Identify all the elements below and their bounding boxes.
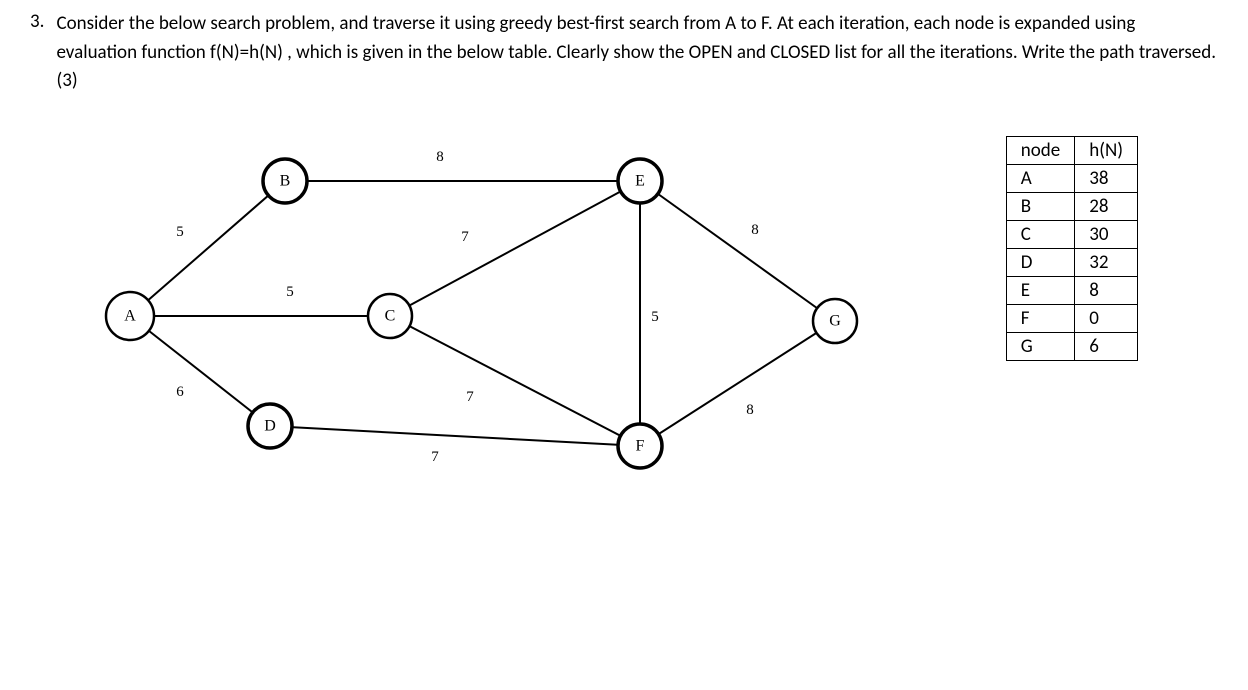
node-B-label: B [280, 172, 291, 189]
edge-F-G [640, 321, 835, 446]
cell-node: E [1006, 276, 1074, 304]
question-number: 3. [30, 10, 44, 33]
edge-C-E [390, 181, 640, 316]
cell-node: G [1006, 332, 1074, 360]
header-hN: h(N) [1075, 136, 1138, 164]
weight-AC: 5 [286, 284, 294, 300]
cell-h: 32 [1075, 248, 1138, 276]
question-block: 3. Consider the below search problem, an… [30, 10, 1218, 96]
table-row: A 38 [1006, 164, 1137, 192]
header-node: node [1006, 136, 1074, 164]
node-F-label: F [636, 437, 645, 454]
weight-EG: 8 [751, 222, 759, 238]
weight-AD: 6 [176, 384, 184, 400]
table-row: G 6 [1006, 332, 1137, 360]
edge-D-F [270, 426, 640, 446]
table-header-row: node h(N) [1006, 136, 1137, 164]
weight-EF: 5 [651, 309, 659, 325]
node-A-label: A [124, 307, 136, 324]
table-row: B 28 [1006, 192, 1137, 220]
cell-h: 38 [1075, 164, 1138, 192]
question-text: Consider the below search problem, and t… [56, 10, 1218, 96]
cell-node: C [1006, 220, 1074, 248]
edge-C-F [390, 316, 640, 446]
cell-h: 6 [1075, 332, 1138, 360]
cell-node: D [1006, 248, 1074, 276]
table-row: C 30 [1006, 220, 1137, 248]
weight-CE: 7 [461, 229, 469, 245]
weight-CF: 7 [466, 389, 474, 405]
node-E-label: E [635, 172, 645, 189]
cell-h: 28 [1075, 192, 1138, 220]
table-row: E 8 [1006, 276, 1137, 304]
edge-A-B [130, 181, 285, 316]
weight-BE: 8 [436, 149, 444, 165]
cell-h: 0 [1075, 304, 1138, 332]
node-G-label: G [829, 312, 841, 329]
edge-A-D [130, 316, 270, 426]
cell-node: A [1006, 164, 1074, 192]
cell-node: B [1006, 192, 1074, 220]
table-row: D 32 [1006, 248, 1137, 276]
cell-h: 30 [1075, 220, 1138, 248]
node-D-label: D [264, 417, 276, 434]
heuristic-table: node h(N) A 38 B 28 C 30 D 32 E 8 F 0 G [1006, 136, 1138, 361]
graph-diagram: 5 5 6 8 7 7 7 5 8 8 A B C D E F G [70, 126, 890, 486]
table-row: F 0 [1006, 304, 1137, 332]
edge-E-G [640, 181, 835, 321]
weight-AB: 5 [176, 224, 184, 240]
cell-h: 8 [1075, 276, 1138, 304]
node-C-label: C [385, 307, 396, 324]
weight-DF: 7 [431, 449, 439, 465]
cell-node: F [1006, 304, 1074, 332]
weight-FG: 8 [746, 402, 754, 418]
figure-area: 5 5 6 8 7 7 7 5 8 8 A B C D E F G node h… [30, 126, 1218, 526]
